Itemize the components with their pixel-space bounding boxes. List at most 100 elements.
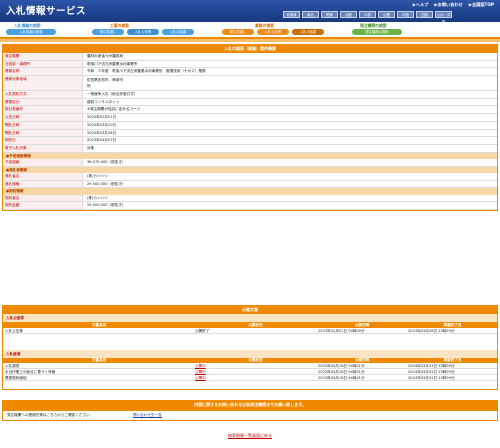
top-links: ▶ヘルプ ▶お問い合わせ ▶全国版TOP (413, 2, 494, 8)
field-value: 令和 ５年度 筑後川下流左岸農業水利事業所 管理技術（その２）業務 (87, 69, 206, 74)
field-value: (株)カイハツ (87, 174, 108, 179)
tab-service-result[interactable]: 入札の結果 (292, 29, 324, 35)
field-label: 予定価格 (3, 158, 83, 166)
doc-name: 入札調書 (5, 364, 20, 369)
field-value: 建設コンサルタント (87, 99, 120, 104)
field-label: 入札契約方式 (3, 91, 83, 98)
contact-row: 発注機関への連絡先等はこちらからご確認ください。 問い合わせ先一覧 (2, 410, 498, 421)
contact-banner: 内容に関するお問い合わせは各発注機関までお願い致します。 (2, 400, 498, 410)
doc-status-link[interactable]: 公開中 (195, 364, 206, 368)
row-ordering-agency: 発注機関 農林水産省九州農政局 (3, 53, 497, 61)
doc-status-link[interactable]: 公開中 (195, 376, 206, 380)
row-office: 当該部・事務所 筑後川下流左岸農業水利事業所 (3, 60, 497, 69)
region-kinki[interactable]: 近畿 (378, 11, 395, 18)
field-label: 契約者名 (3, 194, 83, 202)
tab-work-forecast[interactable]: 発注見通し (92, 29, 124, 35)
doc-publish-date: 2023年04月18日 04時01分 (318, 364, 365, 369)
field-label: 落札価格 (3, 180, 83, 188)
region-chugoku[interactable]: 中国 (397, 11, 414, 18)
region-hokuriku[interactable]: 北陸 (340, 11, 357, 18)
detail-panel: 入札の経過（業務）案件概要 発注機関 農林水産省九州農政局 当該部・事務所 筑後川下… (2, 44, 498, 212)
tab-work-notice[interactable]: 入札公告等 (127, 29, 159, 35)
region-tabs: 北海道 東北 関東 北陸 中部 近畿 中国 四国 九州・沖縄 (283, 11, 452, 24)
row-announce-date: 公告日時 2023年02月01日 (3, 114, 497, 122)
field-label: 業務対象地域 (3, 76, 83, 91)
row-business-category: 業務区分 建設コンサルタント (3, 98, 497, 107)
doc-status: 公開終了 (195, 328, 210, 333)
field-label: 公告日時 (3, 114, 83, 121)
region-hokkaido[interactable]: 北海道 (283, 11, 300, 18)
field-value: 農林水産省九州農政局 (87, 54, 123, 58)
field-value: 29,500,000（税抜き） (87, 181, 126, 186)
header-bar: 入札情報サービス ▶ヘルプ ▶お問い合わせ ▶全国版TOP 北海道 東北 関東 … (0, 0, 500, 24)
field-label: 契約日 (3, 137, 83, 144)
field-value: 2023年04月07日 (87, 138, 117, 143)
row-winner-amount: 落札価格 29,500,000（税抜き） (3, 180, 497, 189)
field-label: 開札日時 (3, 121, 83, 129)
doc-end-date: 2024年03月31日 23時59分 (408, 364, 455, 369)
search-nav: 入札情報の検索 入札情報の検索 工事の検索 発注見通し 入札公告等 入札の結果 … (0, 22, 500, 37)
field-label: 業務名称 (3, 68, 83, 76)
row-contract-amount: 契約金額 29,500,000（税抜き） (3, 202, 497, 211)
doc-publish-date: 2023年04月18日 04時01分 (318, 369, 365, 374)
doc-end-date: 2023年03月28日 23時59分 (408, 328, 455, 333)
tab-service-forecast[interactable]: 発注見通し (222, 29, 254, 35)
row-e-bidding: 電子入札対象 対象 (3, 144, 497, 153)
doc-name: 業務契約締結 (5, 375, 27, 380)
field-label: 設計書番号 (3, 106, 83, 114)
row-open-date-1: 開札日時 2023年03月20日 (3, 121, 497, 130)
help-link[interactable]: ▶ヘルプ (413, 2, 429, 8)
nav-subbar (0, 39, 500, 42)
doc-status-link[interactable]: 公開中 (195, 370, 206, 374)
tab-work-result[interactable]: 入札の結果 (162, 29, 194, 35)
field-label: 電子入札対象 (3, 144, 83, 152)
row-business-name: 業務名称 令和 ５年度 筑後川下流左岸農業水利事業所 管理技術（その２）業務 (3, 68, 497, 77)
field-label: 開札日時 (3, 129, 83, 137)
tab-bid-search[interactable]: 入札情報の検索 (6, 29, 56, 35)
doc-end-date: 2024年03月31日 23時59分 (408, 369, 455, 374)
field-value: 2023年03月20日 (87, 122, 117, 127)
detail-title: 入札の経過（業務）案件概要 (3, 45, 497, 53)
contact-text: 発注機関への連絡先等はこちらからご確認ください。 (7, 413, 94, 417)
national-top-link[interactable]: ▶全国版TOP (469, 2, 494, 8)
tab-service-notice[interactable]: 入札公告等 (257, 29, 289, 35)
field-value: 29,500,000（税抜き） (87, 203, 126, 208)
back-row: 検索結果一覧画面に戻る (0, 433, 500, 439)
field-value: (株)カイハツ (87, 195, 108, 200)
field-label: 契約金額 (3, 202, 83, 210)
field-label: 落札者名 (3, 173, 83, 180)
row-design-number: 設計書番号 ※発注機関が独自に定めるコード (3, 106, 497, 115)
region-chubu[interactable]: 中部 (359, 11, 376, 18)
row-contract-date: 契約日 2023年04月07日 (3, 137, 497, 145)
region-shikoku[interactable]: 四国 (416, 11, 433, 18)
row-contract-method: 入札契約方式 一般競争入札（総合評価方式） (3, 91, 497, 99)
row-open-date-2: 開札日時 2023年03月28日 (3, 129, 497, 138)
field-value: 一般競争入札（総合評価方式） (87, 92, 138, 97)
doc-name: 手当作業工の総合に基づく資格 (5, 369, 56, 374)
contact-list-link[interactable]: 問い合わせ先一覧 (133, 413, 162, 418)
doc-end-date: 2024年03月31日 23時59分 (408, 375, 455, 380)
region-kyushu[interactable]: 九州・沖縄 (435, 11, 452, 24)
back-to-results-link[interactable]: 検索結果一覧画面に戻る (228, 433, 272, 438)
field-label: 当該部・事務所 (3, 60, 83, 68)
row-winner-name: 落札者名 (株)カイハツ (3, 173, 497, 181)
tab-org-search[interactable]: 発注機関の検索 (352, 29, 402, 35)
doc-name: 入札公告等 (5, 328, 23, 333)
announce-section-label: 入札公告等 (3, 314, 497, 322)
site-title: 入札情報サービス (6, 6, 87, 17)
process-section-label: 入札経過 (3, 349, 497, 358)
region-kanto[interactable]: 関東 (321, 11, 338, 18)
row-contractor: 契約者名 (株)カイハツ (3, 194, 497, 203)
field-value: 2023年02月01日 (87, 115, 117, 120)
field-value: 対象 (87, 145, 95, 150)
field-label: 業務区分 (3, 98, 83, 106)
region-tohoku[interactable]: 東北 (302, 11, 319, 18)
documents-title: 公開文書 (3, 306, 497, 314)
documents-panel: 公開文書 入札公告等 文書名称 公開状況 公開日時 掲載終了日 入札公告等 公開… (2, 305, 498, 390)
row-planned-price: 予定価格 36,070,000（税抜き） (3, 158, 497, 167)
field-value: 筑後川下流左岸農業水利事業所 (87, 61, 138, 66)
field-value: 佐賀県佐賀市、神埼市 他 (87, 78, 123, 89)
contact-link[interactable]: ▶お問い合わせ (434, 2, 462, 8)
